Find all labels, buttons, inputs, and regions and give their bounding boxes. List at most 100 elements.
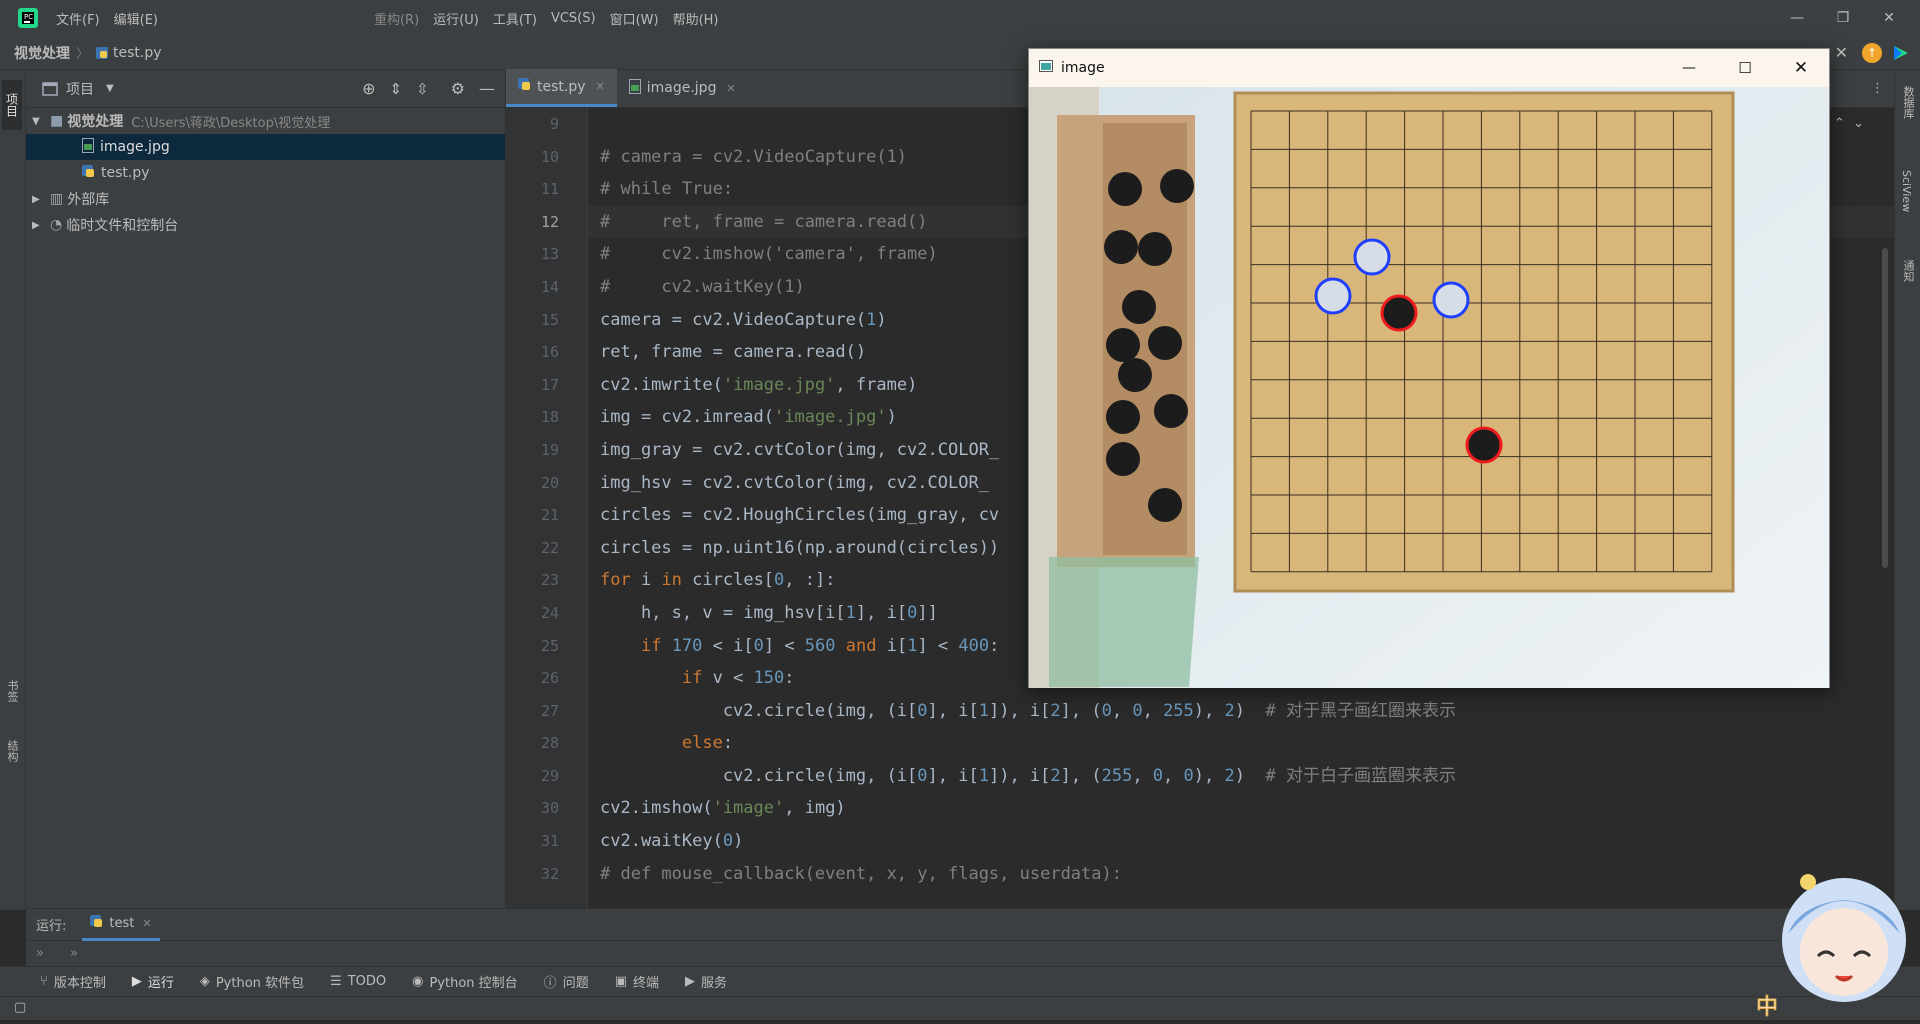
black-stone [1106,400,1140,434]
tree-item-test[interactable]: test.py [26,160,505,186]
tab-image-jpg[interactable]: image.jpg ✕ [617,69,748,107]
tree-item-image[interactable]: image.jpg [26,134,505,160]
bookmarks-tool-button[interactable]: 书签 [4,680,20,702]
line-number: 25 [506,630,587,663]
menu-help[interactable]: 帮助(H) [673,9,719,28]
breadcrumb-separator: 〉 [76,43,89,62]
panel-icon [42,82,58,96]
inspection-nav[interactable]: ⌃ ⌄ [1834,116,1864,131]
maximize-icon[interactable]: ☐ [1717,59,1773,77]
line-number: 17 [506,369,587,402]
more-tabs-icon[interactable]: ⋮ [1871,81,1884,96]
menu-refactor[interactable]: 重构(R) [374,9,419,28]
chevron-down-icon[interactable]: ▼ [106,83,114,94]
run-tab-test[interactable]: test ✕ [82,909,159,941]
project-panel-title[interactable]: 项目 [66,79,94,99]
close-icon[interactable]: ✕ [142,917,151,930]
python-file-icon [95,46,109,60]
restore-icon[interactable]: ❐ [1820,10,1866,26]
tool-terminal[interactable]: ▣终端 [615,972,659,991]
line-number: 16 [506,336,587,369]
black-stone-detected [1467,428,1501,462]
tool-services[interactable]: ▶服务 [685,972,727,991]
tab-label: image.jpg [647,80,717,96]
line-number: 18 [506,401,587,434]
menu-run[interactable]: 运行(U) [433,9,479,28]
tool-label: Python 控制台 [429,972,517,991]
terminal-icon: ▣ [615,974,627,989]
project-tool-button[interactable]: 项目 [2,80,22,130]
tool-problems[interactable]: ⓘ问题 [544,972,589,991]
layout-icon[interactable]: ▢ [14,1000,26,1015]
tool-vcs[interactable]: ⑂版本控制 [40,972,106,991]
black-stone [1106,442,1140,476]
close-icon[interactable]: ✕ [1773,58,1829,78]
line-number: 20 [506,467,587,500]
breadcrumb-project[interactable]: 视觉处理 [14,43,70,63]
breadcrumb-file[interactable]: test.py [113,45,162,61]
tab-test-py[interactable]: test.py ✕ [506,69,617,107]
tree-item-external-libs[interactable]: ▶ ▥ 外部库 [26,186,505,212]
tool-python-console[interactable]: ◉ Python 控制台 [412,972,518,991]
expand-all-icon[interactable]: ⇕ [390,80,403,98]
menu-tools[interactable]: 工具(T) [493,9,537,28]
tool-python-packages[interactable]: ◈Python 软件包 [200,972,304,991]
tool-run[interactable]: ▶运行 [132,972,174,991]
chevron-right-icon[interactable]: ▶ [32,194,50,205]
set-square [1049,557,1199,687]
svg-text:中: 中 [1756,995,1778,1020]
sciview-label: SciView [1900,170,1913,212]
minimize-icon[interactable]: — [1774,10,1820,26]
folder-icon: ■ [50,113,63,129]
close-icon[interactable]: ✕ [1866,10,1912,26]
gear-icon[interactable]: ⚙ [451,79,465,98]
minimize-icon[interactable]: — [1661,60,1717,76]
go-board [1235,93,1733,591]
image-window-titlebar[interactable]: image — ☐ ✕ [1029,49,1829,87]
right-tool-stripe: 数据库 SciView 通知 [1894,70,1920,910]
locate-icon[interactable]: ⊕ [362,79,375,98]
tool-todo[interactable]: ☰TODO [330,974,386,989]
black-stone [1160,169,1194,203]
menu-edit[interactable]: 编辑(E) [114,9,158,28]
notifications-tool-button[interactable]: 通知 [1900,260,1916,282]
collapse-all-icon[interactable]: ⇳ [416,80,429,98]
project-panel: 项目 ▼ ⊕ ⇕ ⇳ ⚙ — ▼ ■ 视觉处理 C:\Users\蒋政\Desk… [26,70,506,908]
expand-icon[interactable]: » [36,946,44,961]
chevron-down-icon[interactable]: ▼ [32,116,50,127]
tree-root[interactable]: ▼ ■ 视觉处理 C:\Users\蒋政\Desktop\视觉处理 [26,108,505,134]
structure-tool-button[interactable]: 结构 [4,740,20,762]
menu-vcs[interactable]: VCS(S) [551,11,596,26]
tool-label: 运行 [148,972,174,991]
sciview-tool-button[interactable]: SciView [1900,170,1913,212]
tool-label: 版本控制 [54,972,106,991]
menu-file[interactable]: 文件(F) [56,9,100,28]
notifications-label: 通知 [1902,260,1915,282]
editor-scrollbar[interactable] [1882,248,1888,568]
image-window-title: image [1061,60,1105,76]
line-number: 32 [506,858,587,891]
line-number: 9 [506,108,587,141]
close-icon[interactable]: ✕ [596,80,605,93]
left-tool-stripe: 项目 书签 结构 [0,70,26,910]
chevron-right-icon[interactable]: ▶ [32,220,50,231]
code-line: cv2.circle(img, (i[0], i[1]), i[2], (255… [588,760,1894,793]
python-console-icon: ◉ [412,974,423,989]
root-path: C:\Users\蒋政\Desktop\视觉处理 [131,112,330,131]
tree-item-label: 外部库 [67,189,109,209]
database-tool-button[interactable]: 数据库 [1900,86,1916,119]
update-icon[interactable]: ↑ [1862,43,1882,63]
tree-item-scratches[interactable]: ▶ ◔ 临时文件和控制台 [26,212,505,238]
tab-label: test.py [537,79,586,95]
status-bar: ▢ [0,996,1920,1020]
database-label: 数据库 [1902,86,1915,119]
image-window[interactable]: image — ☐ ✕ [1028,48,1830,688]
close-icon[interactable]: ✕ [1835,43,1848,62]
hide-icon[interactable]: — [479,79,495,98]
plugin-icon[interactable] [1892,44,1910,62]
menu-window[interactable]: 窗口(W) [610,9,659,28]
close-icon[interactable]: ✕ [726,82,735,95]
expand-icon[interactable]: » [70,946,78,961]
line-number: 24 [506,597,587,630]
line-number: 27 [506,695,587,728]
